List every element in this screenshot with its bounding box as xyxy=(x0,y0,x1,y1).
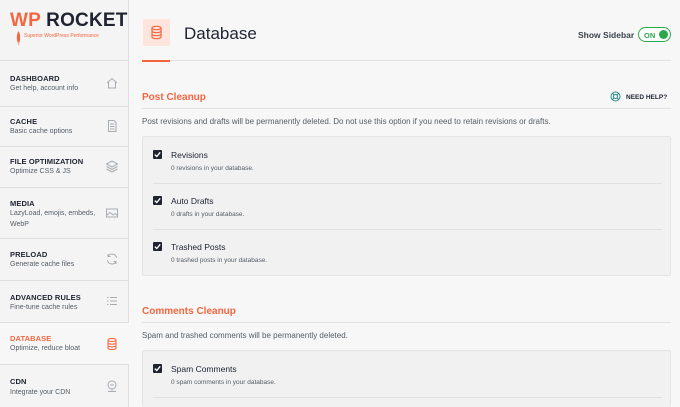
sidebar-item-title: MEDIA xyxy=(10,199,35,208)
post-cleanup-card: Revisions 0 revisions in your database. … xyxy=(142,136,671,276)
checkmark-icon xyxy=(154,243,161,250)
sidebar: WP ROCKET Superior WordPress Performance… xyxy=(0,0,129,407)
sidebar-item-desc: Optimize CSS & JS xyxy=(10,168,71,175)
sidebar-item-desc: Basic cache options xyxy=(10,128,73,135)
sidebar-item-desc: Generate cache files xyxy=(10,261,75,268)
spam-comments-checkbox[interactable] xyxy=(153,364,162,373)
sidebar-item-title: CDN xyxy=(10,377,27,386)
show-sidebar-toggle[interactable]: ON xyxy=(638,27,671,42)
sidebar-item-advanced-rules[interactable]: ADVANCED RULES Fine-tune cache rules xyxy=(0,280,129,322)
comments-cleanup-title: Comments Cleanup xyxy=(142,306,236,317)
logo-tagline: Superior WordPress Performance xyxy=(24,33,99,39)
checkmark-icon xyxy=(154,197,161,204)
sidebar-item-title: PRELOAD xyxy=(10,250,48,259)
image-icon xyxy=(106,208,118,218)
option-count: 0 revisions in your database. xyxy=(171,165,254,172)
layers-icon xyxy=(105,160,119,173)
sidebar-item-title: DASHBOARD xyxy=(10,74,60,83)
page-title: Database xyxy=(184,24,257,43)
option-divider xyxy=(153,397,662,398)
option-label: Spam Comments xyxy=(171,364,237,374)
help-lifebuoy-icon[interactable] xyxy=(610,91,621,102)
document-icon xyxy=(108,120,117,132)
checkmark-icon xyxy=(154,365,161,372)
sidebar-item-cache[interactable]: CACHE Basic cache options xyxy=(0,106,129,146)
sidebar-item-desc: Get help, account info xyxy=(10,85,79,92)
logo-rocket-text: ROCKET xyxy=(46,10,128,31)
sidebar-item-title: CACHE xyxy=(10,117,38,126)
option-label: Auto Drafts xyxy=(171,196,214,206)
sidebar-item-title: DATABASE xyxy=(10,334,52,343)
sidebar-item-file-optimization[interactable]: FILE OPTIMIZATION Optimize CSS & JS xyxy=(0,146,129,187)
sidebar-item-title: ADVANCED RULES xyxy=(10,293,81,302)
cdn-icon xyxy=(107,380,117,392)
sidebar-item-title: FILE OPTIMIZATION xyxy=(10,157,84,166)
comments-cleanup-card: Spam Comments 0 spam comments in your da… xyxy=(142,350,671,407)
trashed-posts-checkbox[interactable] xyxy=(153,242,162,251)
comments-cleanup-description: Spam and trashed comments will be perman… xyxy=(142,331,348,340)
section-divider xyxy=(142,108,671,109)
post-cleanup-title: Post Cleanup xyxy=(142,92,206,103)
option-revisions: Revisions 0 revisions in your database. xyxy=(143,137,672,184)
sidebar-item-desc: Integrate your CDN xyxy=(10,389,71,396)
show-sidebar-label: Show Sidebar xyxy=(578,30,635,40)
checkmark-icon xyxy=(154,151,161,158)
header-divider-accent xyxy=(142,60,170,62)
rocket-icon xyxy=(16,31,21,46)
option-label: Trashed Posts xyxy=(171,242,226,252)
revisions-checkbox[interactable] xyxy=(153,150,162,159)
home-icon xyxy=(106,77,118,89)
toggle-knob xyxy=(659,30,668,39)
toggle-state-label: ON xyxy=(644,30,656,40)
logo-wp-text: WP xyxy=(10,10,41,31)
sidebar-item-desc: Fine-tune cache rules xyxy=(10,304,78,311)
option-spam-comments: Spam Comments 0 spam comments in your da… xyxy=(143,351,672,398)
option-count: 0 drafts in your database. xyxy=(171,211,245,218)
option-trashed-posts: Trashed Posts 0 trashed posts in your da… xyxy=(143,229,672,275)
header-divider xyxy=(142,60,671,61)
section-divider xyxy=(142,322,671,323)
sidebar-item-dashboard[interactable]: DASHBOARD Get help, account info xyxy=(0,60,129,106)
option-count: 0 spam comments in your database. xyxy=(171,379,276,386)
sidebar-item-database[interactable]: DATABASE Optimize, reduce bloat xyxy=(0,322,129,364)
database-icon xyxy=(107,338,117,350)
sidebar-item-cdn[interactable]: CDN Integrate your CDN xyxy=(0,364,129,407)
page-header-icon-box xyxy=(143,19,170,46)
sidebar-item-media[interactable]: MEDIA LazyLoad, emojis, embeds, WebP xyxy=(0,187,129,238)
refresh-icon xyxy=(107,253,117,265)
option-label: Revisions xyxy=(171,150,208,160)
wp-rocket-logo[interactable]: WP ROCKET Superior WordPress Performance xyxy=(0,0,129,60)
main-content: Database Show Sidebar ON Post Cleanup NE… xyxy=(129,0,680,407)
option-auto-drafts: Auto Drafts 0 drafts in your database. xyxy=(143,183,672,230)
need-help-link[interactable]: NEED HELP? xyxy=(626,94,667,101)
list-icon xyxy=(107,297,117,305)
sidebar-item-desc: Optimize, reduce bloat xyxy=(10,345,81,352)
option-count: 0 trashed posts in your database. xyxy=(171,257,268,264)
sidebar-item-preload[interactable]: PRELOAD Generate cache files xyxy=(0,238,129,280)
sidebar-item-desc: LazyLoad, emojis, embeds, WebP xyxy=(10,210,96,228)
auto-drafts-checkbox[interactable] xyxy=(153,196,162,205)
post-cleanup-description: Post revisions and drafts will be perman… xyxy=(142,117,551,126)
database-icon xyxy=(151,25,162,40)
